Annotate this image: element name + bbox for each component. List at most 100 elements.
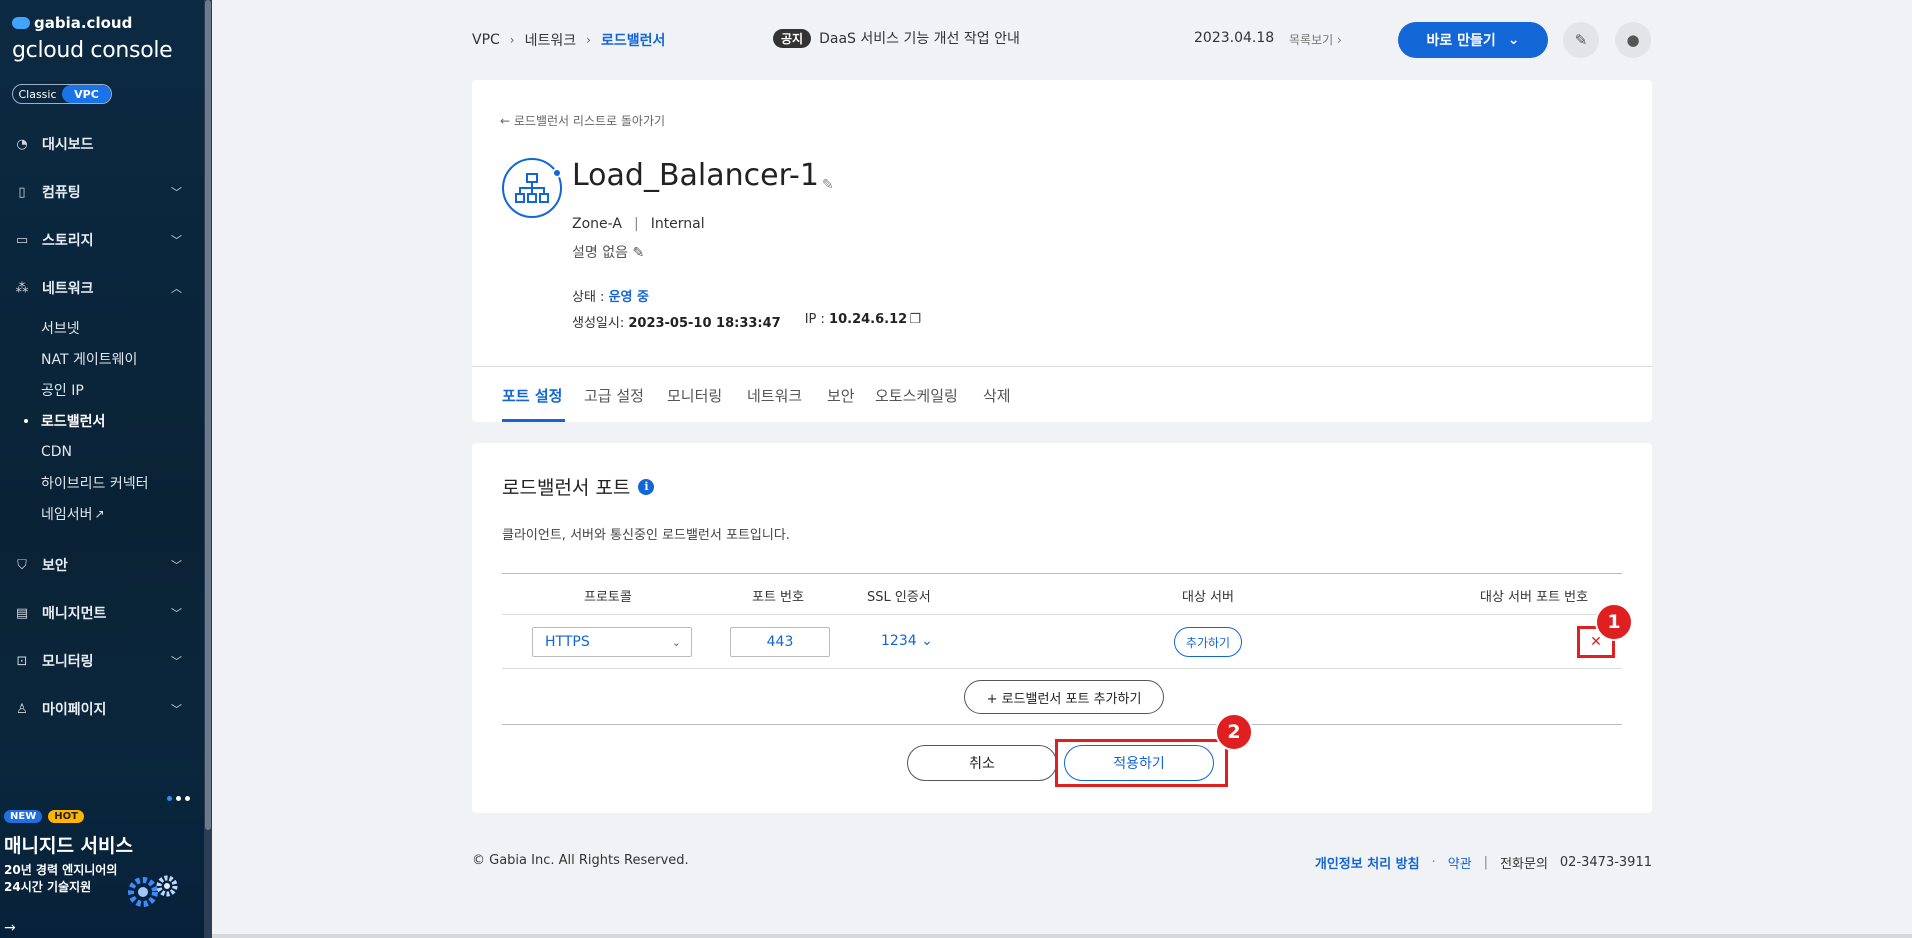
sidebar-subitem-nameserver[interactable]: 네임서버 ↗ [0, 498, 204, 529]
table-row: HTTPS ⌄ 443 1234 ⌄ 추가하기 ✕ 1 [502, 603, 1633, 669]
carousel-dots[interactable] [167, 796, 190, 801]
sidebar-subitem-public-ip[interactable]: 공인 IP [0, 374, 204, 405]
chevron-down-icon: ﹀ [171, 186, 182, 199]
carousel-dot[interactable] [185, 796, 190, 801]
notice-list-link[interactable]: 목록보기 › [1289, 31, 1342, 48]
sidebar-item-label: 매니지먼트 [42, 606, 107, 622]
status-value: 운영 중 [608, 290, 649, 305]
column-header-port: 포트 번호 [752, 590, 804, 605]
port-number-input[interactable]: 443 [730, 627, 830, 657]
carousel-dot[interactable] [167, 796, 172, 801]
port-table: 프로토콜 포트 번호 SSL 인증서 대상 서버 대상 서버 포트 번호 HTT… [502, 573, 1633, 725]
breadcrumb: VPC › 네트워크 › 로드밸런서 [472, 30, 665, 50]
carousel-dot[interactable] [176, 796, 181, 801]
quick-create-label: 바로 만들기 [1426, 33, 1496, 49]
notice-text[interactable]: DaaS 서비스 기능 개선 작업 안내 [819, 28, 1020, 48]
status: 상태 : 운영 중 [572, 286, 649, 305]
section-title: 로드밸런서 포트 i [502, 473, 655, 500]
apply-button[interactable]: 적용하기 [1064, 745, 1214, 781]
edit-description-icon[interactable]: ✎ [632, 245, 644, 261]
terms-link[interactable]: 약관 [1448, 853, 1472, 872]
sidebar-subitem-subnet[interactable]: 서브넷 [0, 312, 204, 343]
arrow-right-icon[interactable]: → [4, 920, 16, 936]
copy-icon[interactable]: ❐ [909, 312, 921, 327]
cancel-button[interactable]: 취소 [907, 745, 1057, 781]
sidebar-item-mypage[interactable]: ♙ 마이페이지 ﹀ [0, 685, 204, 733]
sidebar-item-monitoring[interactable]: ⊡ 모니터링 ﹀ [0, 637, 204, 685]
scrollbar-thumb[interactable] [205, 0, 211, 830]
add-target-server-button[interactable]: 추가하기 [1174, 627, 1242, 657]
column-header-ssl: SSL 인증서 [867, 590, 931, 605]
back-to-list-link[interactable]: ← 로드밸런서 리스트로 돌아가기 [500, 112, 665, 129]
table-header: 프로토콜 포트 번호 SSL 인증서 대상 서버 대상 서버 포트 번호 [502, 573, 1622, 615]
sidebar-item-label: 네트워크 [42, 281, 94, 297]
add-port-button[interactable]: + 로드밸런서 포트 추가하기 [964, 680, 1164, 714]
protocol-select[interactable]: HTTPS ⌄ [532, 627, 692, 657]
chevron-right-icon: › [586, 33, 591, 47]
profile-button[interactable]: ● [1615, 22, 1651, 58]
sidebar-item-label: 마이페이지 [42, 702, 107, 718]
sidebar-subitem-load-balancer[interactable]: 로드밸런서 [0, 405, 204, 436]
info-icon[interactable]: i [638, 478, 655, 495]
promo-line: 20년 경력 엔지니어의 [4, 863, 118, 877]
network-icon: ⁂ [15, 280, 29, 296]
sidebar-item-computing[interactable]: ▯ 컴퓨팅 ﹀ [0, 168, 204, 216]
tab-delete[interactable]: 삭제 [983, 385, 1011, 406]
promo-badges: NEW HOT [4, 810, 84, 823]
toggle-classic[interactable]: Classic [13, 85, 62, 103]
toggle-vpc[interactable]: VPC [62, 85, 111, 103]
quick-create-button[interactable]: 바로 만들기 ⌄ [1398, 22, 1548, 58]
brand-console-title[interactable]: gcloud console [12, 38, 173, 63]
chevron-down-icon: ﹀ [171, 655, 182, 668]
breadcrumb-load-balancer[interactable]: 로드밸런서 [601, 30, 665, 50]
ip-label: IP : [804, 312, 830, 327]
tab-monitoring[interactable]: 모니터링 [667, 385, 722, 406]
person-icon: ♙ [16, 701, 28, 717]
privacy-policy-link[interactable]: 개인정보 처리 방침 [1315, 853, 1420, 872]
chevron-down-icon: ⌄ [1507, 32, 1520, 48]
created-value: 2023-05-10 18:33:47 [628, 316, 781, 331]
promo-banner[interactable]: NEW HOT 매니지드 서비스 20년 경력 엔지니어의 24시간 기술지원 … [0, 775, 204, 938]
tab-advanced-settings[interactable]: 고급 설정 [584, 385, 644, 406]
tab-port-settings[interactable]: 포트 설정 [502, 385, 562, 406]
brand-logo[interactable]: gabia.cloud [12, 14, 132, 32]
column-header-target-server: 대상 서버 [1182, 590, 1234, 605]
hot-badge: HOT [48, 810, 84, 823]
tab-autoscaling[interactable]: 오토스케일링 [875, 385, 958, 406]
chevron-down-icon: ﹀ [171, 234, 182, 247]
sidebar-item-label: 스토리지 [42, 233, 94, 249]
sidebar-item-management[interactable]: ▤ 매니지먼트 ﹀ [0, 589, 204, 637]
sidebar-item-network[interactable]: ⁂ 네트워크 ︿ [0, 264, 204, 312]
sidebar-subitem-nat-gateway[interactable]: NAT 게이트웨이 [0, 343, 204, 374]
ssl-certificate-select[interactable]: 1234 ⌄ [881, 633, 933, 649]
chat-button[interactable]: ✎ [1563, 22, 1599, 58]
edit-name-icon[interactable]: ✎ [822, 177, 834, 193]
ip-value: 10.24.6.12 [829, 312, 908, 327]
sidebar-item-security[interactable]: ⛉ 보안 ﹀ [0, 541, 204, 589]
horizontal-scrollbar[interactable] [212, 934, 1912, 938]
sidebar-item-storage[interactable]: ▭ 스토리지 ﹀ [0, 216, 204, 264]
lb-meta: Zone-A | Internal [572, 216, 705, 232]
footer-links: 개인정보 처리 방침 · 약관 | 전화문의 02-3473-3911 [1315, 853, 1652, 872]
tab-network[interactable]: 네트워크 [747, 385, 802, 406]
port-settings-card: 로드밸런서 포트 i 클라이언트, 서버와 통신중인 로드밸런서 포트입니다. … [472, 443, 1652, 813]
annotation-marker-2: 2 [1215, 713, 1253, 751]
back-link-label: 로드밸런서 리스트로 돌아가기 [513, 114, 666, 128]
divider: | [633, 216, 639, 232]
breadcrumb-network[interactable]: 네트워크 [525, 30, 577, 50]
sidebar-item-dashboard[interactable]: ◔ 대시보드 [0, 120, 204, 168]
classic-vpc-toggle[interactable]: Classic VPC [12, 84, 112, 104]
created-info: 생성일시: 2023-05-10 18:33:47 IP : 10.24.6.1… [572, 312, 921, 331]
notice-date: 2023.04.18 [1194, 30, 1275, 46]
ssl-value: 1234 [881, 633, 917, 649]
sidebar-scrollbar[interactable] [204, 0, 212, 938]
sidebar-subitem-hybrid-connector[interactable]: 하이브리드 커넥터 [0, 467, 204, 498]
notice[interactable]: 공지 DaaS 서비스 기능 개선 작업 안내 [773, 28, 1020, 48]
zone-label: Zone-A [572, 216, 622, 232]
sidebar-subitem-cdn[interactable]: CDN [0, 436, 204, 467]
type-label: Internal [650, 216, 705, 232]
breadcrumb-vpc[interactable]: VPC [472, 32, 500, 48]
description: 설명 없음 ✎ [572, 242, 644, 262]
tab-security[interactable]: 보안 [827, 385, 855, 406]
user-icon: ● [1626, 31, 1640, 49]
